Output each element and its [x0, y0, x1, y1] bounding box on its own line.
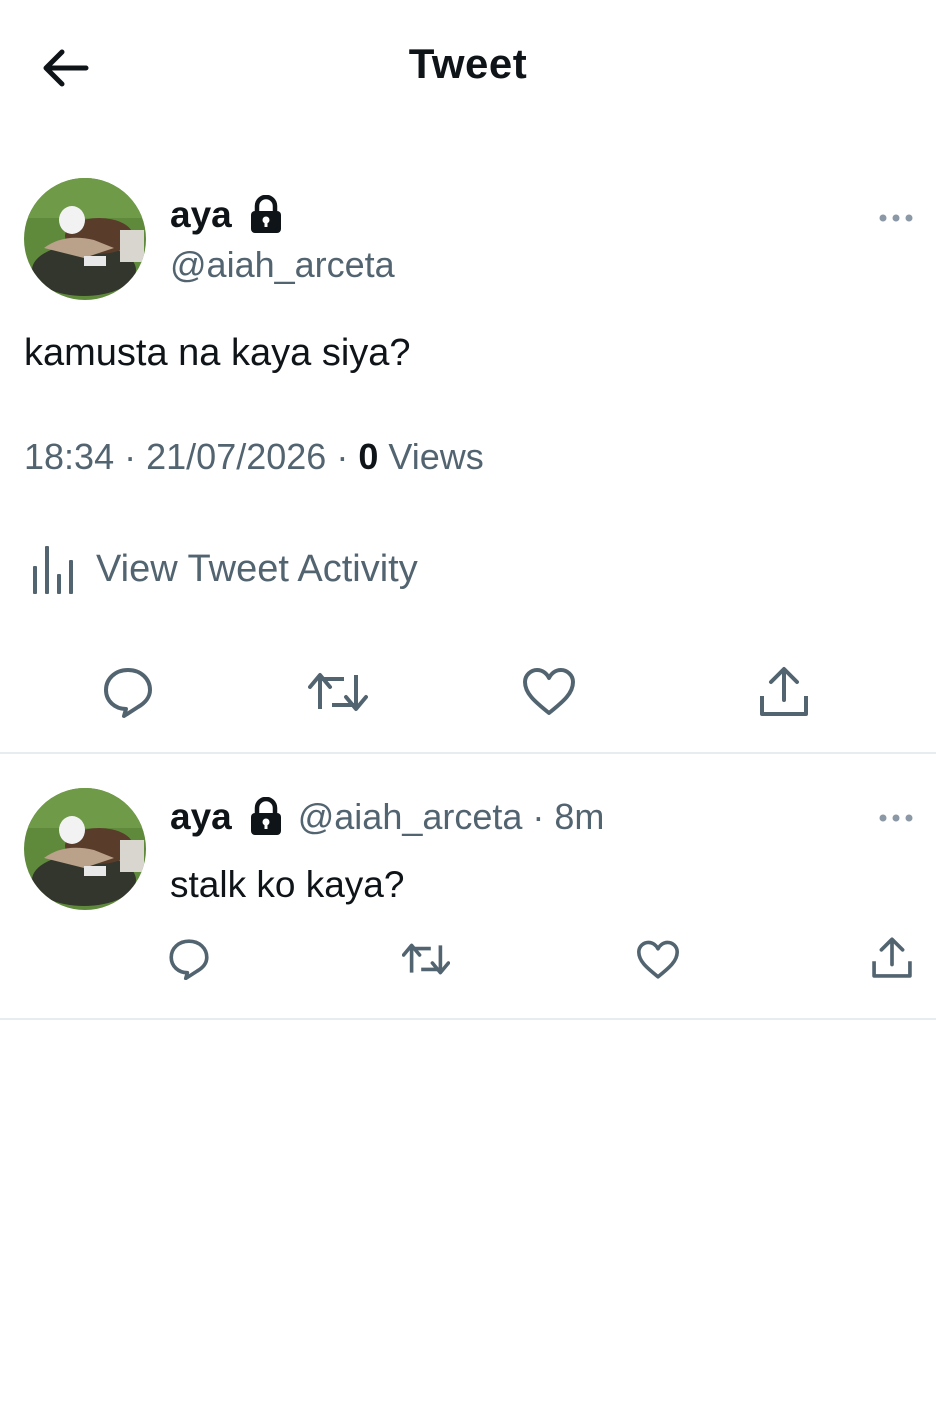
view-tweet-activity-label: View Tweet Activity: [96, 547, 418, 590]
reply-author-row: aya @aiah_arceta · 8m: [170, 796, 604, 838]
reply-icon: [169, 939, 209, 980]
divider: [0, 1018, 936, 1020]
reply-text: stalk ko kaya?: [170, 864, 405, 905]
reply-share-button[interactable]: [868, 934, 916, 982]
share-icon: [760, 667, 808, 716]
retweet-icon: [402, 943, 450, 975]
views-label: Views: [388, 436, 484, 477]
avatar-photo: [24, 178, 146, 300]
page-title: Tweet: [408, 40, 528, 87]
tweet-date[interactable]: 21/07/2026: [146, 436, 326, 477]
reply-reply-button[interactable]: [166, 936, 212, 982]
reply-button[interactable]: [100, 664, 156, 720]
separator: ·: [336, 436, 349, 477]
more-dots-icon: [879, 814, 913, 822]
tweet-metadata: 18:34 · 21/07/2026 · 0 Views: [24, 436, 484, 478]
more-dots-icon: [879, 214, 913, 222]
reply-author-name[interactable]: aya: [170, 796, 232, 838]
reply-author-handle[interactable]: @aiah_arceta: [298, 796, 523, 838]
separator: ·: [124, 436, 137, 477]
reply-avatar[interactable]: [24, 788, 146, 910]
view-tweet-activity-button[interactable]: View Tweet Activity: [30, 544, 418, 594]
author-handle[interactable]: @aiah_arceta: [170, 244, 395, 286]
tweet-time[interactable]: 18:34: [24, 436, 114, 477]
divider: [0, 752, 936, 754]
reply-like-button[interactable]: [634, 938, 682, 982]
reply-more-options-button[interactable]: [876, 808, 916, 828]
reply-retweet-button[interactable]: [400, 938, 452, 980]
like-button[interactable]: [520, 664, 578, 720]
share-icon: [872, 937, 912, 978]
retweet-button[interactable]: [306, 664, 370, 720]
heart-icon: [523, 668, 575, 715]
lock-icon: [250, 195, 281, 233]
avatar[interactable]: [24, 178, 146, 300]
tweet-text: kamusta na kaya siya?: [24, 332, 411, 374]
avatar-photo: [24, 788, 146, 910]
reply-timestamp[interactable]: · 8m: [532, 796, 604, 838]
reply-icon: [104, 668, 152, 718]
analytics-bars-icon: [33, 546, 73, 594]
author-name[interactable]: aya: [170, 194, 232, 236]
lock-icon: [250, 797, 281, 835]
views-count: 0: [358, 436, 379, 477]
more-options-button[interactable]: [876, 208, 916, 228]
top-bar: Tweet: [0, 0, 936, 136]
retweet-icon: [308, 673, 368, 711]
heart-icon: [637, 940, 679, 979]
share-button[interactable]: [754, 662, 814, 722]
author-row: aya: [170, 194, 284, 236]
